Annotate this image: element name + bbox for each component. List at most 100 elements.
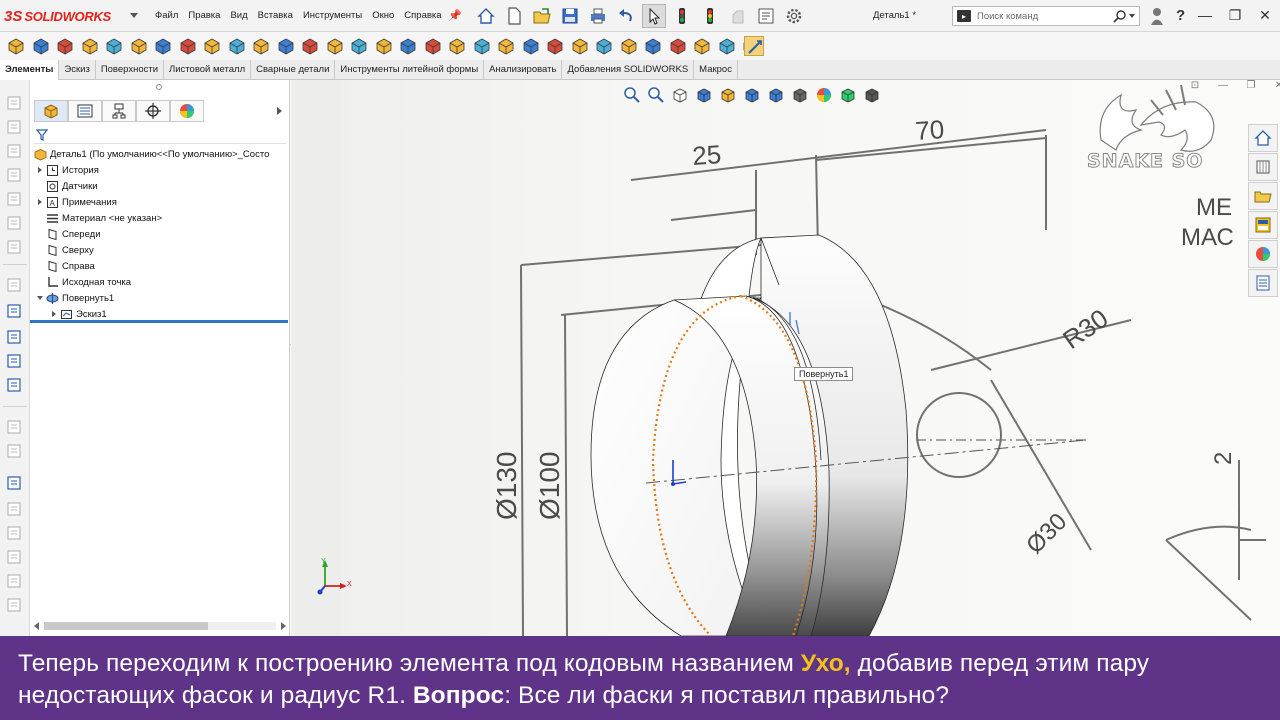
lofted-cut-icon[interactable] <box>227 36 247 56</box>
rebuild-all-icon[interactable] <box>698 4 722 28</box>
minimize-button[interactable]: — <box>1190 0 1220 30</box>
wrap-icon[interactable] <box>398 36 418 56</box>
scroll-thumb[interactable] <box>44 622 208 630</box>
annotation-note-icon[interactable] <box>5 276 25 296</box>
viewport-close-button[interactable]: ✕ <box>1265 80 1280 96</box>
move-copy-icon[interactable] <box>717 36 737 56</box>
instant3d-toggle-icon[interactable] <box>744 36 764 56</box>
menu-file[interactable]: Файл <box>150 10 183 21</box>
edit-appearance-icon[interactable] <box>813 85 835 105</box>
gear-settings-disabled-icon[interactable] <box>726 4 750 28</box>
chevron-down-icon[interactable] <box>1129 14 1135 18</box>
section-view-icon[interactable] <box>5 352 25 372</box>
dimxpert-tab-icon[interactable] <box>136 100 170 122</box>
viewport-restore-button[interactable]: ❐ <box>1237 80 1265 96</box>
tree-item[interactable]: Справа <box>30 258 290 274</box>
tree-item[interactable]: Повернуть1 <box>30 290 290 306</box>
section-view-icon[interactable] <box>693 85 715 105</box>
revision-cloud-icon[interactable] <box>5 596 25 616</box>
flex-icon[interactable] <box>619 36 639 56</box>
extruded-boss-icon[interactable] <box>6 36 26 56</box>
revolved-boss-icon[interactable] <box>31 36 51 56</box>
graphics-viewport[interactable]: 25 70 R30 Ø130 Ø100 Ø30 2 МЕ МАС ⊡ — ❐ ✕… <box>291 80 1280 636</box>
tree-filter[interactable] <box>34 126 286 144</box>
tab-sheet-metal[interactable]: Листовой металл <box>164 60 252 80</box>
tree-item[interactable]: Спереди <box>30 226 290 242</box>
rib-icon[interactable] <box>325 36 345 56</box>
line-tool-icon[interactable] <box>5 142 25 162</box>
zoom-to-area-icon[interactable] <box>645 85 667 105</box>
sketch-tool-icon[interactable] <box>5 94 25 114</box>
fillet-icon[interactable] <box>276 36 296 56</box>
user-icon[interactable] <box>1150 6 1164 26</box>
surface-finish-icon[interactable] <box>5 500 25 520</box>
curves-icon[interactable] <box>496 36 516 56</box>
task-pane-home-icon[interactable] <box>1248 124 1278 152</box>
menu-window[interactable]: Окно <box>367 10 399 21</box>
rollback-bar[interactable] <box>30 320 288 323</box>
tree-item[interactable]: A Примечания <box>30 194 290 210</box>
view-palette-icon[interactable] <box>1248 211 1278 239</box>
rectangle-tool-icon[interactable] <box>5 166 25 186</box>
undo-icon[interactable] <box>614 4 638 28</box>
hole-wizard-icon[interactable] <box>153 36 173 56</box>
boundary-cut-icon[interactable] <box>251 36 271 56</box>
circle-tool-icon[interactable] <box>5 190 25 210</box>
split-icon[interactable] <box>692 36 712 56</box>
extruded-cut-icon[interactable] <box>129 36 149 56</box>
menu-tools[interactable]: Инструменты <box>298 10 367 21</box>
instant3d-icon[interactable] <box>521 36 541 56</box>
datum-icon[interactable] <box>5 442 25 462</box>
tree-item[interactable]: Материал <не указан> <box>30 210 290 226</box>
hide-show-items-icon[interactable] <box>789 85 811 105</box>
restore-button[interactable]: ❐ <box>1220 0 1250 30</box>
feature-tree-tab-icon[interactable] <box>34 100 68 122</box>
view-orientation-icon[interactable] <box>5 376 25 396</box>
appearances-icon[interactable] <box>1248 240 1278 268</box>
panel-handle[interactable] <box>156 84 162 90</box>
scroll-right-icon[interactable] <box>281 622 286 630</box>
expand-closed-icon[interactable] <box>36 166 44 174</box>
tab-sketch[interactable]: Эскиз <box>59 60 96 80</box>
spline-tool-icon[interactable] <box>5 238 25 258</box>
new-document-icon[interactable] <box>502 4 526 28</box>
gear-icon[interactable] <box>782 4 806 28</box>
open-folder-icon[interactable] <box>530 4 554 28</box>
tree-root-part[interactable]: Деталь1 (По умолчанию<<По умолчанию>_Сос… <box>30 146 290 162</box>
view-orientation-icon[interactable] <box>741 85 763 105</box>
home-icon[interactable] <box>474 4 498 28</box>
geometric-tolerance-icon[interactable] <box>5 548 25 568</box>
hole-callout-icon[interactable] <box>5 418 25 438</box>
scroll-left-icon[interactable] <box>34 622 39 630</box>
weld-symbol-icon[interactable] <box>5 524 25 544</box>
linear-pattern-icon[interactable] <box>300 36 320 56</box>
dome-icon[interactable] <box>594 36 614 56</box>
menu-insert[interactable]: Вставка <box>253 10 298 21</box>
balloon-icon[interactable] <box>5 302 25 322</box>
design-library-icon[interactable] <box>1248 153 1278 181</box>
help-icon[interactable]: ? <box>1176 7 1185 24</box>
tab-weldments[interactable]: Сварные детали <box>251 60 336 80</box>
revolved-cut-icon[interactable] <box>178 36 198 56</box>
pin-menu-icon[interactable]: 📌 <box>448 9 462 22</box>
swept-boss-icon[interactable] <box>55 36 75 56</box>
close-button[interactable]: ✕ <box>1250 0 1280 30</box>
solidworks-logo[interactable]: 3S SOLIDWORKS <box>4 6 111 26</box>
mirror-icon[interactable] <box>447 36 467 56</box>
lofted-boss-icon[interactable] <box>80 36 100 56</box>
file-explorer-icon[interactable] <box>1248 182 1278 210</box>
reference-geometry-icon[interactable] <box>472 36 492 56</box>
view-settings-icon[interactable] <box>861 85 883 105</box>
display-style-icon[interactable] <box>765 85 787 105</box>
arc-tool-icon[interactable] <box>5 214 25 234</box>
horizontal-scrollbar[interactable] <box>34 618 286 632</box>
rapid-sketch-icon[interactable] <box>545 36 565 56</box>
tab-mold-tools[interactable]: Инструменты литейной формы <box>335 60 485 80</box>
apply-scene-icon[interactable] <box>837 85 859 105</box>
tree-item[interactable]: Датчики <box>30 178 290 194</box>
tab-evaluate[interactable]: Анализировать <box>484 60 563 80</box>
logo-dropdown-icon[interactable] <box>130 13 138 18</box>
expand-open-icon[interactable] <box>36 294 44 302</box>
freeform-icon[interactable] <box>643 36 663 56</box>
command-search[interactable]: ▸ Поиск команд <box>952 6 1140 26</box>
